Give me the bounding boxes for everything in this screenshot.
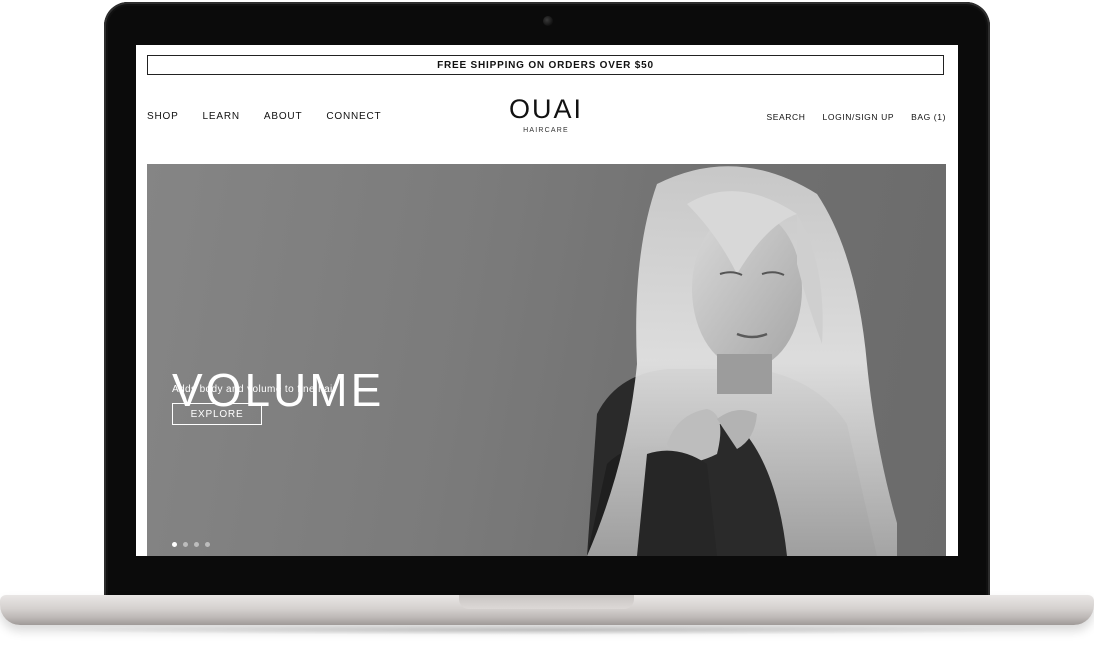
laptop-lip-notch: [459, 595, 634, 609]
explore-button[interactable]: EXPLORE: [172, 403, 262, 425]
laptop-mockup: FREE SHIPPING ON ORDERS OVER $50 SHOP LE…: [0, 0, 1094, 650]
nav-search[interactable]: SEARCH: [767, 112, 806, 122]
laptop-shadow: [30, 625, 1064, 635]
webcam-icon: [543, 16, 553, 26]
brand-logo[interactable]: OUAI HAIRCARE: [496, 95, 596, 134]
hero-subtitle: Adds body and volume to fine hair: [172, 384, 337, 395]
nav-learn[interactable]: LEARN: [203, 111, 240, 122]
promo-text: FREE SHIPPING ON ORDERS OVER $50: [437, 59, 654, 71]
hero-model-image: [587, 166, 897, 556]
nav-bag[interactable]: BAG (1): [911, 112, 946, 122]
nav-login[interactable]: LOGIN/SIGN UP: [823, 112, 895, 122]
primary-nav: SHOP LEARN ABOUT CONNECT: [147, 111, 381, 122]
slide-dot-2[interactable]: [183, 542, 188, 547]
promo-banner: FREE SHIPPING ON ORDERS OVER $50: [147, 55, 944, 75]
nav-shop[interactable]: SHOP: [147, 111, 179, 122]
slide-dot-4[interactable]: [205, 542, 210, 547]
slider-pagination: [172, 542, 210, 547]
nav-about[interactable]: ABOUT: [264, 111, 302, 122]
nav-connect[interactable]: CONNECT: [326, 111, 381, 122]
logo-wordmark: OUAI: [508, 94, 583, 124]
slide-dot-3[interactable]: [194, 542, 199, 547]
browser-viewport: FREE SHIPPING ON ORDERS OVER $50 SHOP LE…: [136, 45, 958, 556]
logo-tagline: HAIRCARE: [523, 127, 569, 134]
hero-slider: VOLUME Adds body and volume to fine hair…: [147, 164, 946, 556]
utility-nav: SEARCH LOGIN/SIGN UP BAG (1): [767, 112, 947, 122]
slide-dot-1[interactable]: [172, 542, 177, 547]
